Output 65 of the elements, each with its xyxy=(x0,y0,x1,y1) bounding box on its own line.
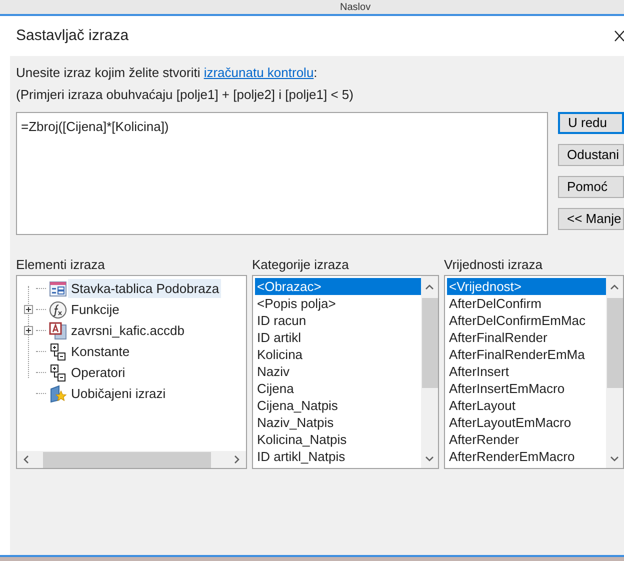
list-item[interactable]: AfterFinalRenderEmMa xyxy=(447,346,606,363)
list-item[interactable]: <Obrazac> xyxy=(255,278,421,295)
scroll-down-icon[interactable] xyxy=(425,456,434,462)
list-item[interactable]: Cijena xyxy=(255,380,421,397)
instruction-text: Unesite izraz kojim želite stvoriti izračunatu kontrolu: xyxy=(16,64,318,82)
list-label: Vrijednosti izraza xyxy=(444,256,544,274)
scrollbar-thumb[interactable] xyxy=(43,452,211,468)
list-label: Kategorije izraza xyxy=(252,256,350,274)
scroll-up-icon[interactable] xyxy=(425,284,434,290)
list-item[interactable]: ID artikl_Natpis xyxy=(255,448,421,465)
tree-item[interactable]: zavrsni_kafic.accdb xyxy=(68,320,186,340)
database-icon xyxy=(49,322,67,340)
scroll-left-icon[interactable] xyxy=(23,455,29,464)
list-item[interactable]: <Popis polja> xyxy=(255,295,421,312)
list-item[interactable]: Naziv_Natpis xyxy=(255,414,421,431)
column-header-text: Naslov xyxy=(340,2,371,14)
help-link[interactable]: izračunatu kontrolu xyxy=(204,65,314,80)
tree-item[interactable]: Stavka-tablica Podobraza xyxy=(68,278,222,298)
scroll-down-icon[interactable] xyxy=(610,456,619,462)
values-list[interactable]: <Vrijednost> AfterDelConfirm AfterDelConfirmEmMac AfterFinalRender AfterFinalRenderEmMa AfterInsert AfterInsertEmMacro AfterLayout AfterLayoutEmMacro AfterRender AfterRenderEmMacro xyxy=(444,275,624,469)
list-item[interactable]: ID racun xyxy=(255,312,421,329)
close-icon[interactable] xyxy=(614,29,624,43)
list-item[interactable]: AfterLayoutEmMacro xyxy=(447,414,606,431)
tree-item[interactable]: Konstante xyxy=(68,342,132,362)
scrollbar-thumb[interactable] xyxy=(606,298,622,388)
tree-node-icon xyxy=(50,364,66,382)
vertical-scrollbar[interactable] xyxy=(606,276,623,468)
list-item[interactable]: AfterInsertEmMacro xyxy=(447,380,606,397)
horizontal-scrollbar[interactable] xyxy=(17,451,246,468)
list-item[interactable]: Kolicina xyxy=(255,346,421,363)
star-book-icon xyxy=(49,384,67,402)
list-item[interactable]: AfterRender xyxy=(447,431,606,448)
scrollbar-thumb[interactable] xyxy=(422,298,438,388)
vertical-scrollbar[interactable] xyxy=(421,276,438,468)
expand-icon[interactable] xyxy=(24,326,33,335)
tree-item[interactable]: Uobičajeni izrazi xyxy=(68,384,168,404)
list-label: Elementi izraza xyxy=(16,256,106,274)
list-item[interactable]: AfterLayout xyxy=(447,397,606,414)
dialog-button[interactable]: U redu xyxy=(558,112,624,134)
list-item[interactable]: AfterInsert xyxy=(447,363,606,380)
example-text: (Primjeri izraza obuhvaćaju [polje1] + [polje2] i [polje1] < 5) xyxy=(16,86,354,104)
tree-node-icon xyxy=(50,342,66,360)
categories-list[interactable]: <Obrazac> <Popis polja> ID racun ID artikl Kolicina Naziv Cijena Cijena_Natpis Naziv_Natpis Kolicina_Natpis ID artikl_Natpis xyxy=(252,275,439,469)
expand-icon[interactable] xyxy=(24,305,33,314)
tree-item[interactable]: Operatori xyxy=(68,362,128,382)
dialog-button[interactable]: Odustani xyxy=(558,144,624,166)
dialog-button[interactable]: Pomoć xyxy=(558,176,624,198)
expression-box[interactable]: =Zbroj([Cijena]*[Kolicina]) xyxy=(16,112,548,235)
form-icon xyxy=(49,280,67,296)
elements-tree[interactable]: Stavka-tablica Podobraza Funkcije zavrsni_kafic.accdb Konstante Operatori Uobičajeni izrazi xyxy=(16,275,247,469)
list-item[interactable]: Cijena_Natpis xyxy=(255,397,421,414)
window-title: Sastavljač izraza xyxy=(16,26,129,46)
list-item[interactable]: Naziv xyxy=(255,363,421,380)
list-item[interactable]: ID artikl xyxy=(255,329,421,346)
list-item[interactable]: AfterDelConfirmEmMac xyxy=(447,312,606,329)
list-item[interactable]: <Vrijednost> xyxy=(447,278,606,295)
scroll-up-icon[interactable] xyxy=(610,284,619,290)
list-item[interactable]: AfterDelConfirm xyxy=(447,295,606,312)
scroll-right-icon[interactable] xyxy=(234,455,240,464)
tree-item[interactable]: Funkcije xyxy=(68,300,122,320)
list-item[interactable]: AfterFinalRender xyxy=(447,329,606,346)
list-item[interactable]: AfterRenderEmMacro xyxy=(447,448,606,465)
list-item[interactable]: Kolicina_Natpis xyxy=(255,431,421,448)
function-icon xyxy=(49,300,67,318)
dialog-button[interactable]: << Manje xyxy=(558,208,624,230)
